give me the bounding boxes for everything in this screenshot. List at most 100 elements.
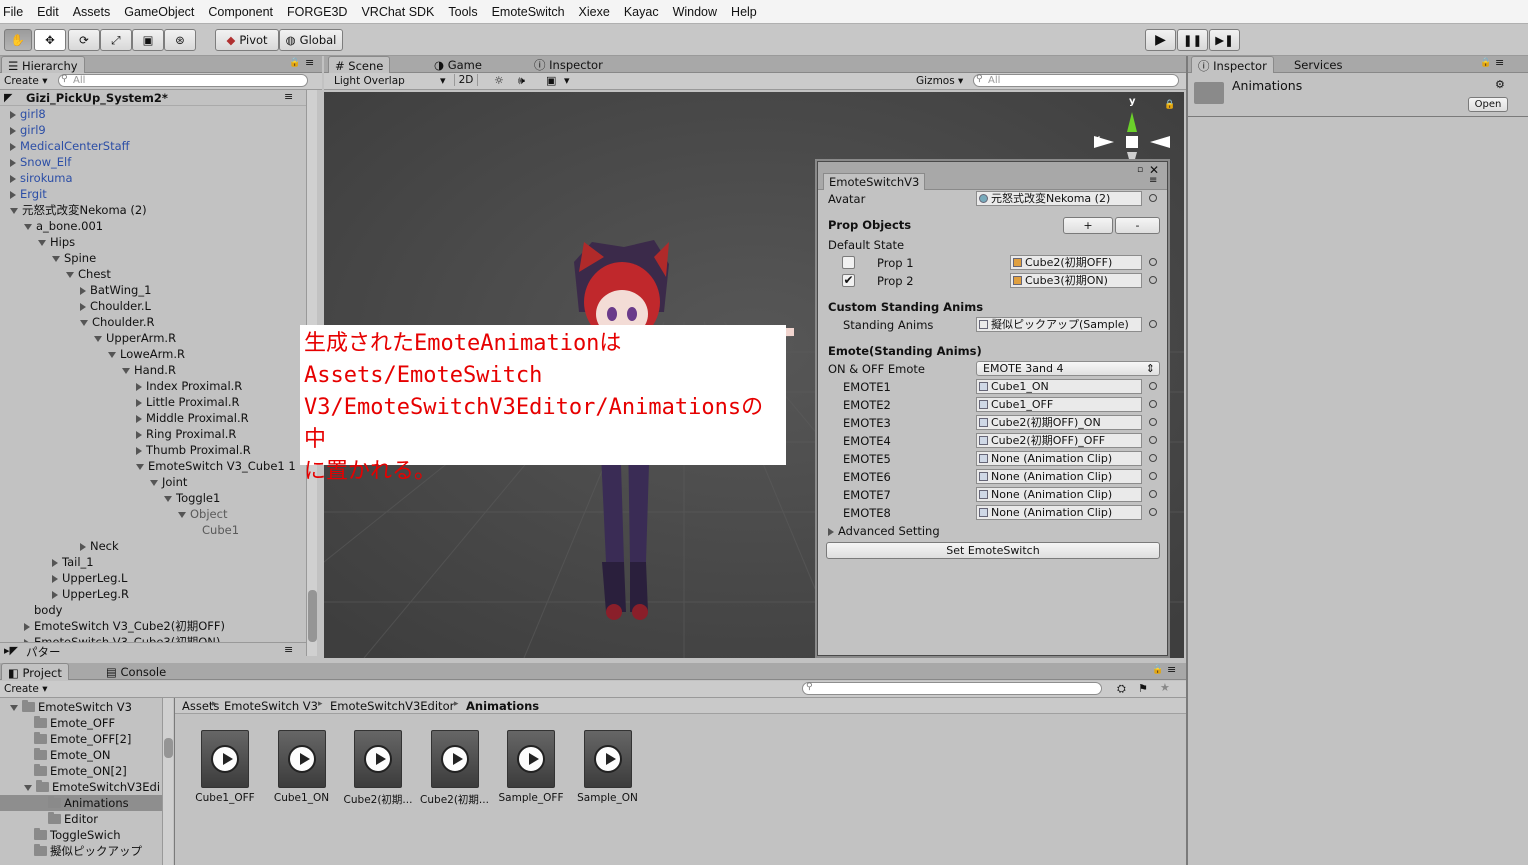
lock-icon[interactable]: 🔒: [1152, 665, 1163, 675]
collapsed-arrow-icon[interactable]: [52, 590, 58, 599]
hierarchy-row[interactable]: Middle Proximal.R: [136, 410, 249, 426]
collapsed-arrow-icon[interactable]: [10, 158, 16, 167]
play-button[interactable]: ▶: [1145, 29, 1176, 51]
scene-menu-icon[interactable]: ≡: [284, 643, 293, 656]
collapsed-arrow-icon[interactable]: [136, 430, 142, 439]
project-folder[interactable]: Emote_ON[2]: [0, 763, 162, 779]
scene-menu-icon[interactable]: ≡: [284, 90, 293, 103]
object-picker-icon[interactable]: [1149, 418, 1157, 426]
hierarchy-row[interactable]: Cube1: [192, 522, 239, 538]
prop-2-checkbox[interactable]: ✔: [842, 274, 855, 287]
expanded-arrow-icon[interactable]: [94, 335, 102, 342]
set-emoteswitch-button[interactable]: Set EmoteSwitch: [826, 542, 1160, 559]
collapsed-arrow-icon[interactable]: [136, 446, 142, 455]
hierarchy-row[interactable]: Snow_Elf: [10, 154, 71, 170]
animation-clip-thumbnail[interactable]: [583, 730, 632, 788]
scrollbar-thumb[interactable]: [164, 738, 173, 758]
step-button[interactable]: ▶❚: [1209, 29, 1240, 51]
project-folder[interactable]: 擬似ピックアップ: [0, 843, 162, 859]
menu-item[interactable]: EmoteSwitch: [485, 0, 572, 24]
pivot-toggle[interactable]: ◆ Pivot: [215, 29, 279, 51]
audio-icon[interactable]: 🕪: [518, 74, 525, 88]
hierarchy-row[interactable]: Joint: [150, 474, 187, 490]
hierarchy-row[interactable]: LoweArm.R: [108, 346, 185, 362]
hierarchy-row[interactable]: Toggle1: [164, 490, 220, 506]
scene-root-row[interactable]: ◤ Gizi_PickUp_System2* ≡: [0, 90, 306, 106]
expanded-arrow-icon[interactable]: [10, 704, 18, 711]
hierarchy-row[interactable]: body: [24, 602, 62, 618]
advanced-setting-foldout[interactable]: Advanced Setting: [828, 524, 940, 538]
expanded-arrow-icon[interactable]: [164, 495, 172, 502]
hierarchy-row[interactable]: MedicalCenterStaff: [10, 138, 130, 154]
tab-hierarchy[interactable]: ☰ Hierarchy: [1, 56, 85, 73]
collapsed-arrow-icon[interactable]: [80, 542, 86, 551]
menu-icon[interactable]: ≡: [1167, 663, 1176, 676]
hierarchy-row[interactable]: UpperLeg.R: [52, 586, 129, 602]
menu-item[interactable]: Assets: [66, 0, 118, 24]
settings-gear-icon[interactable]: ⚙: [1495, 78, 1505, 91]
animation-clip-thumbnail[interactable]: [354, 730, 402, 788]
tab-game[interactable]: ◑ Game: [428, 56, 488, 73]
project-search-input[interactable]: [802, 682, 1102, 695]
remove-prop-button[interactable]: -: [1115, 217, 1160, 234]
expanded-arrow-icon[interactable]: [122, 367, 130, 374]
object-picker-icon[interactable]: [1149, 258, 1157, 266]
tab-inspector[interactable]: ⓘ Inspector: [1191, 56, 1274, 73]
hierarchy-row[interactable]: girl8: [10, 107, 46, 122]
menu-item[interactable]: File: [0, 0, 30, 24]
tab-emoteswitch[interactable]: EmoteSwitchV3: [823, 173, 926, 190]
tab-scene[interactable]: # Scene: [328, 56, 391, 73]
expanded-arrow-icon[interactable]: [150, 479, 158, 486]
tab-services[interactable]: Services: [1288, 56, 1349, 73]
menu-icon[interactable]: ≡: [305, 56, 314, 69]
object-picker-icon[interactable]: [1149, 508, 1157, 516]
collapsed-arrow-icon[interactable]: [136, 398, 142, 407]
menu-item[interactable]: VRChat SDK: [354, 0, 441, 24]
pause-button[interactable]: ❚❚: [1177, 29, 1208, 51]
project-folder[interactable]: Animations: [0, 795, 162, 811]
menu-item[interactable]: Tools: [441, 0, 484, 24]
animation-clip-thumbnail[interactable]: [430, 730, 479, 788]
emote-clip-field[interactable]: None (Animation Clip): [976, 487, 1142, 502]
collapsed-arrow-icon[interactable]: [10, 190, 16, 199]
avatar-field[interactable]: 元怒式改変Nekoma (2): [976, 191, 1142, 206]
panel-splitter[interactable]: [1186, 56, 1188, 865]
breadcrumb-item[interactable]: EmoteSwitch V3: [224, 699, 318, 713]
project-folder[interactable]: Emote_OFF: [0, 715, 162, 731]
collapsed-arrow-icon[interactable]: [80, 302, 86, 311]
move-tool-button[interactable]: ✥: [34, 29, 66, 51]
object-picker-icon[interactable]: [1149, 490, 1157, 498]
standing-anims-field[interactable]: 擬似ピックアップ(Sample): [976, 317, 1142, 332]
scrollbar-thumb[interactable]: [308, 590, 317, 642]
hierarchy-row[interactable]: Tail_1: [52, 554, 94, 570]
tab-console[interactable]: ▤ Console: [100, 663, 172, 680]
object-picker-icon[interactable]: [1149, 400, 1157, 408]
expanded-arrow-icon[interactable]: [52, 255, 60, 262]
expanded-arrow-icon[interactable]: [24, 223, 32, 230]
emote-clip-field[interactable]: Cube2(初期OFF)_OFF: [976, 433, 1142, 448]
light-icon[interactable]: ☼: [494, 74, 504, 87]
collapsed-arrow-icon[interactable]: [10, 110, 16, 119]
object-picker-icon[interactable]: [1149, 194, 1157, 202]
menu-item[interactable]: Kayac: [617, 0, 666, 24]
prop-1-checkbox[interactable]: [842, 256, 855, 269]
expanded-arrow-icon[interactable]: [24, 784, 32, 791]
object-picker-icon[interactable]: [1149, 320, 1157, 328]
gizmo-center[interactable]: [1126, 136, 1138, 148]
emote-clip-field[interactable]: Cube1_ON: [976, 379, 1142, 394]
object-picker-icon[interactable]: [1149, 276, 1157, 284]
project-folder[interactable]: EmoteSwitchV3Edi: [0, 779, 162, 795]
expanded-arrow-icon[interactable]: [108, 351, 116, 358]
2d-toggle[interactable]: 2D: [454, 74, 478, 86]
project-folder[interactable]: Emote_ON: [0, 747, 162, 763]
shading-mode-dropdown[interactable]: Light Overlap: [334, 75, 405, 87]
hierarchy-row[interactable]: EmoteSwitch V3_Cube1 1: [136, 458, 296, 474]
hierarchy-row[interactable]: BatWing_1: [80, 282, 151, 298]
hierarchy-row[interactable]: Neck: [80, 538, 119, 554]
rect-tool-button[interactable]: ▣: [132, 29, 164, 51]
hierarchy-row[interactable]: Choulder.R: [80, 314, 155, 330]
menu-item[interactable]: GameObject: [117, 0, 201, 24]
hierarchy-row[interactable]: Little Proximal.R: [136, 394, 240, 410]
maximize-icon[interactable]: ▫: [1137, 165, 1143, 175]
emote-clip-field[interactable]: None (Animation Clip): [976, 451, 1142, 466]
